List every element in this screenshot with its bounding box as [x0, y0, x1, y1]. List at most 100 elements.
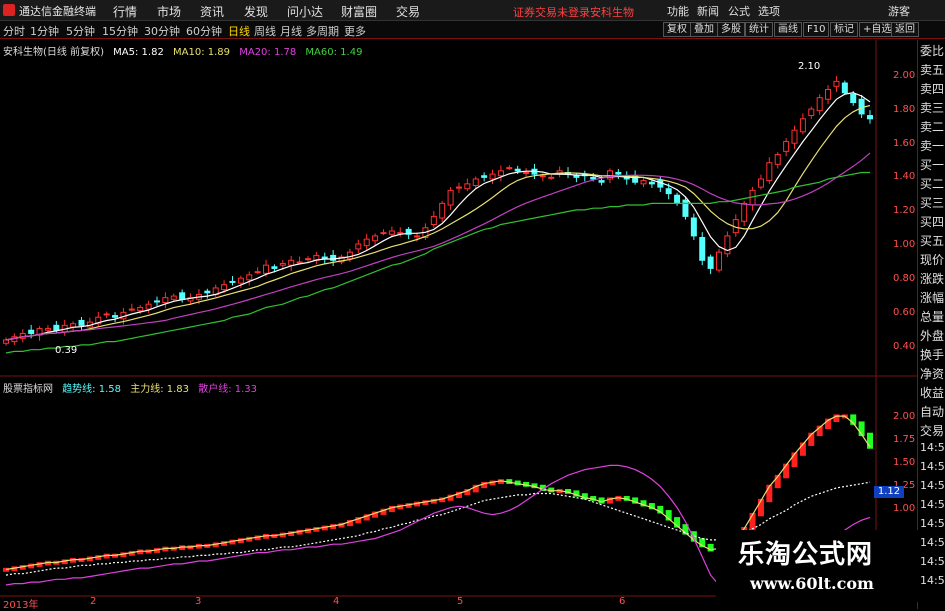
- y-tick-sub: 1.50: [893, 457, 916, 468]
- candle-body: [741, 202, 748, 222]
- candle-body: [78, 319, 85, 326]
- y-tick-sub: 1.00: [893, 503, 916, 514]
- candle-body: [296, 261, 303, 264]
- candle-body: [858, 98, 865, 115]
- candle-body: [439, 202, 446, 219]
- side-panel-item: 卖四: [920, 82, 945, 96]
- side-panel-item: 14:50: [920, 555, 945, 568]
- side-panel-item: 14:50: [920, 498, 945, 511]
- candle-body: [103, 313, 110, 316]
- candle-body: [380, 232, 387, 235]
- candle-body: [615, 171, 622, 175]
- side-panel-item: 交易: [920, 424, 945, 438]
- candle-body: [179, 292, 186, 300]
- side-panel-item: 14:50: [920, 574, 945, 587]
- candle-body: [246, 274, 253, 281]
- candle-body: [590, 176, 597, 180]
- candle-body: [548, 176, 555, 179]
- x-tick: 5: [457, 596, 464, 607]
- candle-body: [162, 297, 169, 304]
- candle-body: [489, 173, 496, 180]
- main-force-bar: [598, 497, 605, 504]
- candle-body: [455, 186, 462, 189]
- y-tick-main: 1.40: [893, 171, 916, 182]
- candle-body: [514, 168, 521, 172]
- candle-body: [3, 339, 9, 344]
- candle-body: [497, 170, 504, 177]
- candle-body: [640, 180, 647, 185]
- candle-body: [766, 162, 773, 182]
- side-panel-item: 涨跌: [920, 272, 945, 286]
- candle-body: [791, 129, 798, 144]
- candle-body: [279, 263, 286, 266]
- candle-body: [674, 194, 681, 204]
- candle-body: [707, 256, 714, 269]
- candle-body: [430, 215, 437, 226]
- side-panel-item: 现价: [920, 253, 945, 267]
- candle-body: [153, 300, 160, 303]
- candle-body: [414, 235, 421, 238]
- candle-body: [699, 237, 706, 261]
- candle-body: [606, 170, 613, 180]
- candle-body: [850, 93, 857, 104]
- side-panel-item: 外盘: [920, 329, 945, 343]
- candle-body: [506, 167, 513, 170]
- candle-body: [774, 154, 781, 165]
- side-panel-item: 收益: [920, 386, 945, 400]
- candle-body: [472, 178, 479, 186]
- current-value-tag: 1.12: [874, 486, 904, 498]
- side-panel-item: 涨幅: [920, 291, 945, 305]
- candle-body: [648, 181, 655, 185]
- candle-body: [346, 251, 353, 260]
- candle-body: [523, 171, 530, 174]
- side-panel-item: 14:50: [920, 479, 945, 492]
- candle-body: [221, 284, 228, 291]
- candle-body: [481, 175, 488, 178]
- candle-body: [598, 180, 605, 183]
- candle-body: [716, 251, 723, 271]
- order-book-panel: 委比 卖五 卖四 卖三 卖二 卖一 买一 买二 买三 买四 买五 现价 涨跌 涨幅 总量 外盘 换手 净资 收益 自动…: [917, 40, 945, 609]
- ma10-line: [5, 104, 871, 341]
- candle-body: [53, 324, 60, 331]
- y-tick-main: 1.20: [893, 205, 916, 216]
- x-tick: 3: [195, 596, 202, 607]
- candle-body: [833, 80, 840, 87]
- candle-body: [808, 108, 815, 117]
- side-panel-item: 委比: [920, 44, 945, 58]
- watermark-url: www.60lt.com: [750, 574, 874, 593]
- high-annotation: 2.10: [798, 61, 820, 72]
- side-panel-item: 卖三: [920, 101, 945, 115]
- candle-body: [229, 280, 236, 283]
- candle-body: [690, 217, 697, 237]
- side-panel-item: 净资: [920, 367, 945, 381]
- side-panel-item: 买三: [920, 196, 945, 210]
- y-tick-sub: 1.75: [893, 434, 916, 445]
- candle-body: [137, 306, 144, 312]
- candle-body: [112, 315, 119, 318]
- candle-body: [825, 89, 832, 100]
- candle-body: [363, 238, 370, 247]
- price-chart[interactable]: 2.10 0.39: [0, 0, 945, 609]
- side-panel-item: 卖二: [920, 120, 945, 134]
- y-tick-main: 1.80: [893, 104, 916, 115]
- x-tick: 4: [333, 596, 340, 607]
- ma5-line: [5, 92, 871, 341]
- candle-body: [816, 97, 823, 112]
- candle-body: [204, 290, 211, 294]
- candle-body: [70, 323, 77, 328]
- side-panel-item: 14:50: [920, 441, 945, 454]
- candle-body: [841, 82, 848, 94]
- candle-body: [799, 118, 806, 133]
- side-panel-item: 自动: [920, 405, 945, 419]
- side-panel-item: 换手: [920, 348, 945, 362]
- candle-body: [288, 259, 295, 266]
- y-tick-main: 0.80: [893, 273, 916, 284]
- y-tick-main: 0.60: [893, 307, 916, 318]
- candle-body: [128, 308, 135, 311]
- y-tick-main: 1.00: [893, 239, 916, 250]
- watermark-title: 乐淘公式网: [738, 540, 874, 570]
- candle-body: [263, 264, 270, 274]
- side-panel-item: 卖一: [920, 139, 945, 153]
- candle-body: [573, 175, 580, 178]
- candle-body: [271, 266, 278, 269]
